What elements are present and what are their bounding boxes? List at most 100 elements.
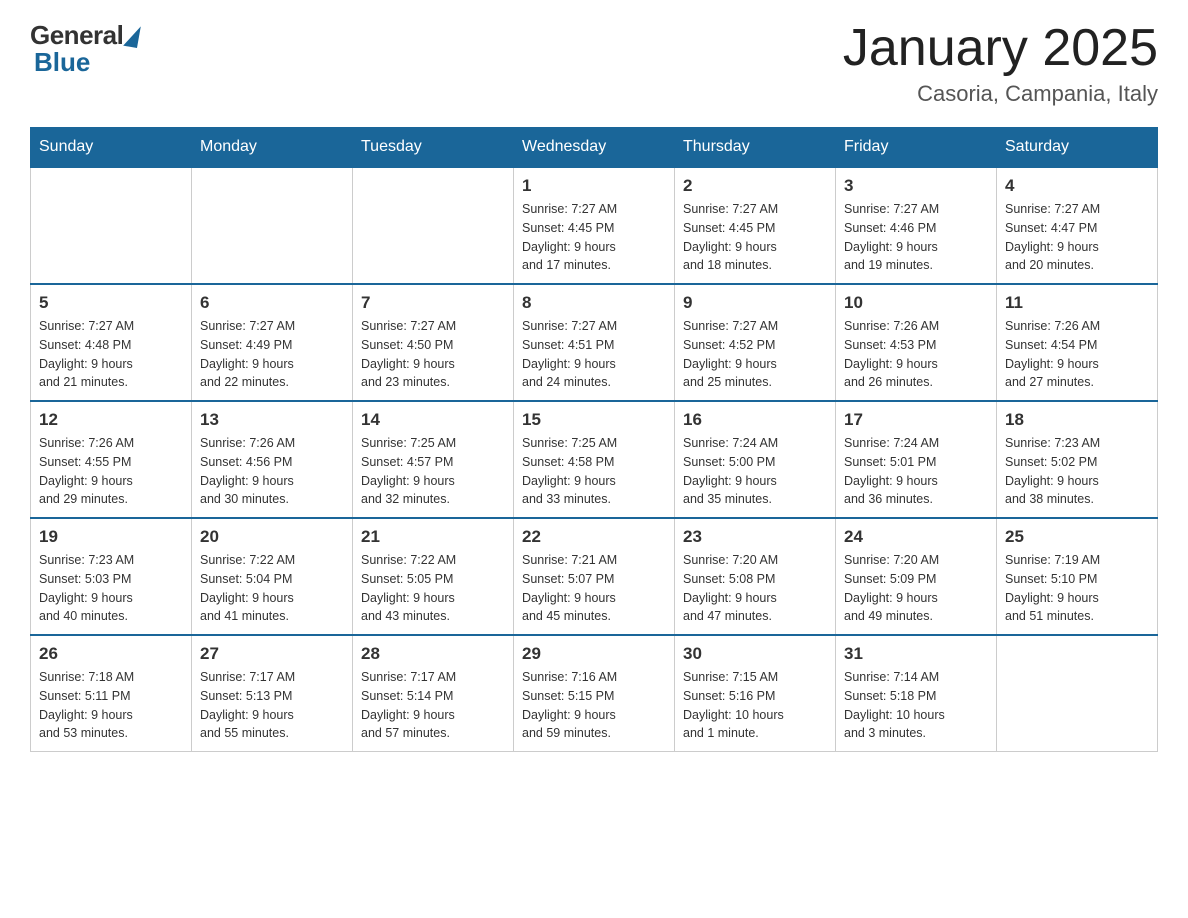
day-info: Sunrise: 7:23 AM Sunset: 5:02 PM Dayligh… bbox=[1005, 434, 1149, 509]
day-number: 25 bbox=[1005, 527, 1149, 547]
day-number: 12 bbox=[39, 410, 183, 430]
day-number: 9 bbox=[683, 293, 827, 313]
calendar-header-friday: Friday bbox=[836, 128, 997, 168]
calendar-cell: 8 Sunrise: 7:27 AM Sunset: 4:51 PM Daylig… bbox=[514, 284, 675, 401]
calendar-cell: 9 Sunrise: 7:27 AM Sunset: 4:52 PM Daylig… bbox=[675, 284, 836, 401]
calendar-cell: 3 Sunrise: 7:27 AM Sunset: 4:46 PM Daylig… bbox=[836, 167, 997, 284]
day-number: 8 bbox=[522, 293, 666, 313]
day-number: 23 bbox=[683, 527, 827, 547]
day-info: Sunrise: 7:23 AM Sunset: 5:03 PM Dayligh… bbox=[39, 551, 183, 626]
day-number: 26 bbox=[39, 644, 183, 664]
day-number: 13 bbox=[200, 410, 344, 430]
day-number: 28 bbox=[361, 644, 505, 664]
day-number: 24 bbox=[844, 527, 988, 547]
day-info: Sunrise: 7:25 AM Sunset: 4:57 PM Dayligh… bbox=[361, 434, 505, 509]
calendar-cell: 2 Sunrise: 7:27 AM Sunset: 4:45 PM Daylig… bbox=[675, 167, 836, 284]
calendar-cell: 5 Sunrise: 7:27 AM Sunset: 4:48 PM Daylig… bbox=[31, 284, 192, 401]
day-info: Sunrise: 7:27 AM Sunset: 4:46 PM Dayligh… bbox=[844, 200, 988, 275]
day-number: 5 bbox=[39, 293, 183, 313]
day-number: 4 bbox=[1005, 176, 1149, 196]
calendar-cell: 14 Sunrise: 7:25 AM Sunset: 4:57 PM Dayli… bbox=[353, 401, 514, 518]
day-info: Sunrise: 7:24 AM Sunset: 5:01 PM Dayligh… bbox=[844, 434, 988, 509]
day-info: Sunrise: 7:27 AM Sunset: 4:51 PM Dayligh… bbox=[522, 317, 666, 392]
day-info: Sunrise: 7:27 AM Sunset: 4:50 PM Dayligh… bbox=[361, 317, 505, 392]
calendar-cell: 22 Sunrise: 7:21 AM Sunset: 5:07 PM Dayli… bbox=[514, 518, 675, 635]
day-number: 14 bbox=[361, 410, 505, 430]
page-header: General Blue January 2025 Casoria, Campa… bbox=[30, 20, 1158, 107]
day-info: Sunrise: 7:14 AM Sunset: 5:18 PM Dayligh… bbox=[844, 668, 988, 743]
day-info: Sunrise: 7:17 AM Sunset: 5:13 PM Dayligh… bbox=[200, 668, 344, 743]
day-info: Sunrise: 7:27 AM Sunset: 4:45 PM Dayligh… bbox=[522, 200, 666, 275]
day-info: Sunrise: 7:19 AM Sunset: 5:10 PM Dayligh… bbox=[1005, 551, 1149, 626]
calendar-cell: 18 Sunrise: 7:23 AM Sunset: 5:02 PM Dayli… bbox=[997, 401, 1158, 518]
day-number: 30 bbox=[683, 644, 827, 664]
day-info: Sunrise: 7:26 AM Sunset: 4:56 PM Dayligh… bbox=[200, 434, 344, 509]
day-number: 18 bbox=[1005, 410, 1149, 430]
calendar-cell: 31 Sunrise: 7:14 AM Sunset: 5:18 PM Dayli… bbox=[836, 635, 997, 752]
day-info: Sunrise: 7:25 AM Sunset: 4:58 PM Dayligh… bbox=[522, 434, 666, 509]
calendar-cell: 10 Sunrise: 7:26 AM Sunset: 4:53 PM Dayli… bbox=[836, 284, 997, 401]
calendar-cell: 11 Sunrise: 7:26 AM Sunset: 4:54 PM Dayli… bbox=[997, 284, 1158, 401]
week-row-2: 12Sunrise: 7:26 AM Sunset: 4:55 PM Dayli… bbox=[31, 401, 1158, 518]
day-info: Sunrise: 7:20 AM Sunset: 5:08 PM Dayligh… bbox=[683, 551, 827, 626]
day-info: Sunrise: 7:27 AM Sunset: 4:47 PM Dayligh… bbox=[1005, 200, 1149, 275]
location-title: Casoria, Campania, Italy bbox=[843, 81, 1158, 107]
day-info: Sunrise: 7:20 AM Sunset: 5:09 PM Dayligh… bbox=[844, 551, 988, 626]
calendar-cell: 29Sunrise: 7:16 AM Sunset: 5:15 PM Dayli… bbox=[514, 635, 675, 752]
calendar-cell: 17Sunrise: 7:24 AM Sunset: 5:01 PM Dayli… bbox=[836, 401, 997, 518]
day-info: Sunrise: 7:22 AM Sunset: 5:04 PM Dayligh… bbox=[200, 551, 344, 626]
day-info: Sunrise: 7:27 AM Sunset: 4:48 PM Dayligh… bbox=[39, 317, 183, 392]
calendar-cell: 21 Sunrise: 7:22 AM Sunset: 5:05 PM Dayli… bbox=[353, 518, 514, 635]
day-number: 22 bbox=[522, 527, 666, 547]
day-info: Sunrise: 7:22 AM Sunset: 5:05 PM Dayligh… bbox=[361, 551, 505, 626]
calendar-cell bbox=[192, 167, 353, 284]
day-number: 21 bbox=[361, 527, 505, 547]
calendar-cell: 12Sunrise: 7:26 AM Sunset: 4:55 PM Dayli… bbox=[31, 401, 192, 518]
calendar-cell: 28 Sunrise: 7:17 AM Sunset: 5:14 PM Dayli… bbox=[353, 635, 514, 752]
day-info: Sunrise: 7:27 AM Sunset: 4:45 PM Dayligh… bbox=[683, 200, 827, 275]
day-info: Sunrise: 7:21 AM Sunset: 5:07 PM Dayligh… bbox=[522, 551, 666, 626]
week-row-3: 19Sunrise: 7:23 AM Sunset: 5:03 PM Dayli… bbox=[31, 518, 1158, 635]
calendar-header-monday: Monday bbox=[192, 128, 353, 168]
day-info: Sunrise: 7:27 AM Sunset: 4:49 PM Dayligh… bbox=[200, 317, 344, 392]
calendar-cell: 23 Sunrise: 7:20 AM Sunset: 5:08 PM Dayli… bbox=[675, 518, 836, 635]
day-number: 11 bbox=[1005, 293, 1149, 313]
day-info: Sunrise: 7:26 AM Sunset: 4:54 PM Dayligh… bbox=[1005, 317, 1149, 392]
day-info: Sunrise: 7:17 AM Sunset: 5:14 PM Dayligh… bbox=[361, 668, 505, 743]
calendar-cell: 20Sunrise: 7:22 AM Sunset: 5:04 PM Dayli… bbox=[192, 518, 353, 635]
day-number: 29 bbox=[522, 644, 666, 664]
day-number: 10 bbox=[844, 293, 988, 313]
logo: General Blue bbox=[30, 20, 139, 78]
month-title: January 2025 bbox=[843, 20, 1158, 77]
week-row-4: 26 Sunrise: 7:18 AM Sunset: 5:11 PM Dayli… bbox=[31, 635, 1158, 752]
logo-blue-text: Blue bbox=[30, 47, 90, 78]
calendar-cell: 7 Sunrise: 7:27 AM Sunset: 4:50 PM Daylig… bbox=[353, 284, 514, 401]
day-number: 7 bbox=[361, 293, 505, 313]
day-number: 6 bbox=[200, 293, 344, 313]
calendar-header-saturday: Saturday bbox=[997, 128, 1158, 168]
day-info: Sunrise: 7:18 AM Sunset: 5:11 PM Dayligh… bbox=[39, 668, 183, 743]
day-number: 15 bbox=[522, 410, 666, 430]
calendar-cell: 26 Sunrise: 7:18 AM Sunset: 5:11 PM Dayli… bbox=[31, 635, 192, 752]
day-info: Sunrise: 7:26 AM Sunset: 4:53 PM Dayligh… bbox=[844, 317, 988, 392]
day-number: 3 bbox=[844, 176, 988, 196]
calendar-cell: 24 Sunrise: 7:20 AM Sunset: 5:09 PM Dayli… bbox=[836, 518, 997, 635]
day-number: 16 bbox=[683, 410, 827, 430]
calendar-cell bbox=[31, 167, 192, 284]
calendar-cell: 6 Sunrise: 7:27 AM Sunset: 4:49 PM Daylig… bbox=[192, 284, 353, 401]
calendar-header-sunday: Sunday bbox=[31, 128, 192, 168]
day-number: 31 bbox=[844, 644, 988, 664]
week-row-1: 5 Sunrise: 7:27 AM Sunset: 4:48 PM Daylig… bbox=[31, 284, 1158, 401]
logo-triangle-icon bbox=[124, 23, 142, 47]
day-info: Sunrise: 7:15 AM Sunset: 5:16 PM Dayligh… bbox=[683, 668, 827, 743]
calendar-cell bbox=[997, 635, 1158, 752]
title-block: January 2025 Casoria, Campania, Italy bbox=[843, 20, 1158, 107]
calendar-table: SundayMondayTuesdayWednesdayThursdayFrid… bbox=[30, 127, 1158, 752]
calendar-cell bbox=[353, 167, 514, 284]
day-number: 2 bbox=[683, 176, 827, 196]
calendar-cell: 1Sunrise: 7:27 AM Sunset: 4:45 PM Daylig… bbox=[514, 167, 675, 284]
calendar-cell: 30 Sunrise: 7:15 AM Sunset: 5:16 PM Dayli… bbox=[675, 635, 836, 752]
day-info: Sunrise: 7:27 AM Sunset: 4:52 PM Dayligh… bbox=[683, 317, 827, 392]
calendar-cell: 15 Sunrise: 7:25 AM Sunset: 4:58 PM Dayli… bbox=[514, 401, 675, 518]
week-row-0: 1Sunrise: 7:27 AM Sunset: 4:45 PM Daylig… bbox=[31, 167, 1158, 284]
